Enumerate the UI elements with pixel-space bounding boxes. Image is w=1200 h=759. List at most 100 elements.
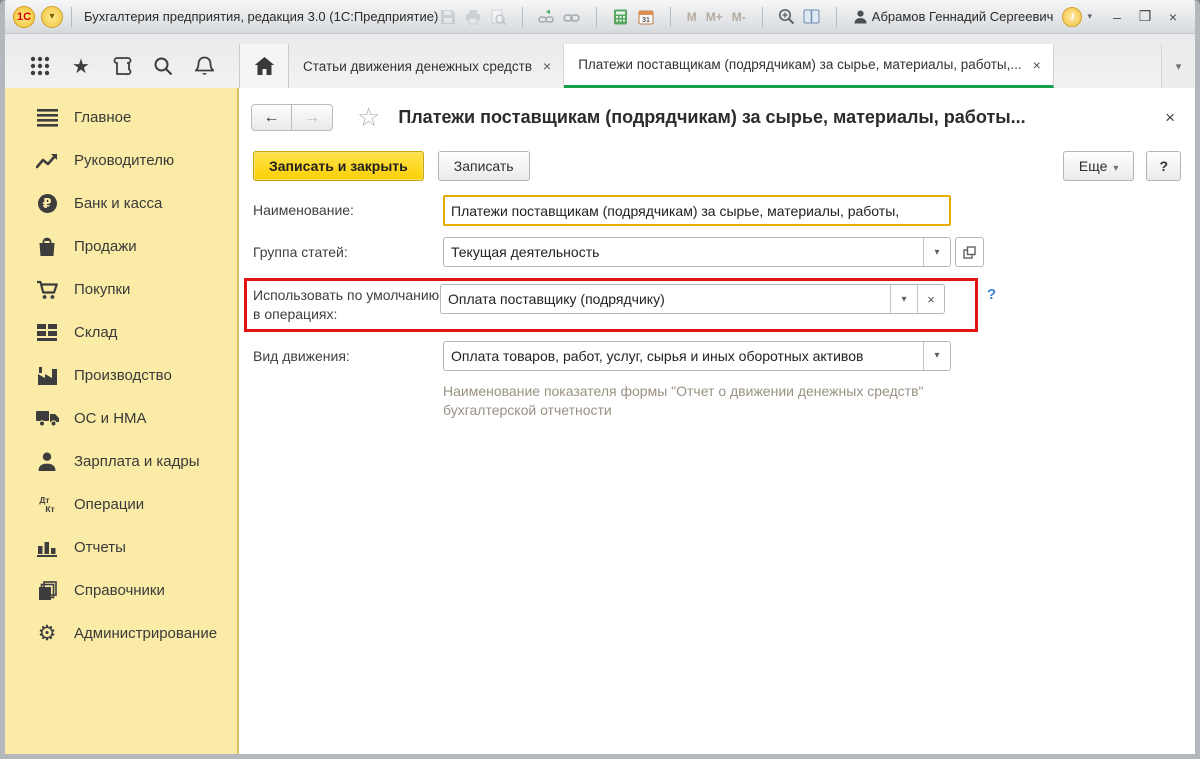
user-icon xyxy=(854,10,867,24)
zoom-icon[interactable] xyxy=(778,8,796,26)
sidebar-item-glavnoe[interactable]: Главное xyxy=(5,96,237,139)
ruble-circle-icon: ₽ xyxy=(35,192,59,216)
save-and-close-button[interactable]: Записать и закрыть xyxy=(253,151,424,181)
form-close-button[interactable]: × xyxy=(1159,106,1181,130)
minimize-button[interactable]: – xyxy=(1105,7,1129,27)
sidebar-item-zarplata-i-kadry[interactable]: Зарплата и кадры xyxy=(5,440,237,483)
annotation-red-box: Использовать по умолчанию в операциях: О… xyxy=(244,278,978,332)
dt-kt-icon: ДтКт xyxy=(35,493,59,517)
tab-label: Статьи движения денежных средств xyxy=(303,59,532,74)
links-icon[interactable] xyxy=(563,8,581,26)
nav-history: ← → xyxy=(251,104,333,131)
field-row-movement: Вид движения: Оплата товаров, работ, усл… xyxy=(253,341,1181,371)
main-area: Главное Руководителю ₽ Банк и касса Прод… xyxy=(5,88,1195,754)
sidebar-item-os-i-nma[interactable]: ОС и НМА xyxy=(5,397,237,440)
trend-chart-icon xyxy=(35,149,59,173)
split-window-icon[interactable] xyxy=(803,8,821,26)
default-operation-help-link[interactable]: ? xyxy=(987,278,996,303)
memory-m-plus-button[interactable]: M+ xyxy=(705,10,724,24)
nav-back-button[interactable]: ← xyxy=(251,104,292,131)
divider xyxy=(836,7,837,27)
sidebar-item-bank-i-kassa[interactable]: ₽ Банк и касса xyxy=(5,182,237,225)
name-input[interactable] xyxy=(443,195,951,226)
sidebar-item-proizvodstvo[interactable]: Производство xyxy=(5,354,237,397)
titlebar-toolbar: 31 M M+ M- Абрамов Геннадий Сергеевич i … xyxy=(439,7,1185,27)
sidebar-item-administrirovanie[interactable]: ⚙ Администрирование xyxy=(5,612,237,655)
calculator-icon[interactable] xyxy=(612,8,630,26)
maximize-button[interactable]: ❒ xyxy=(1133,7,1157,27)
divider xyxy=(670,7,671,27)
truck-icon xyxy=(35,407,59,431)
bar-chart-icon xyxy=(35,536,59,560)
sidebar-item-prodazhi[interactable]: Продажи xyxy=(5,225,237,268)
save-icon[interactable] xyxy=(439,8,457,26)
sidebar-item-label: Администрирование xyxy=(74,625,217,642)
sidebar-item-otchety[interactable]: Отчеты xyxy=(5,526,237,569)
group-open-button[interactable] xyxy=(955,237,984,267)
default-operation-value: Оплата поставщику (подрядчику) xyxy=(441,285,890,313)
divider xyxy=(596,7,597,27)
notifications-bell-icon[interactable] xyxy=(192,54,216,78)
form-title: Платежи поставщикам (подрядчикам) за сыр… xyxy=(398,107,1151,128)
search-icon[interactable] xyxy=(151,54,175,78)
default-operation-dropdown-icon[interactable]: ▾ xyxy=(890,285,917,313)
more-button[interactable]: Еще▾ xyxy=(1063,151,1135,181)
save-button[interactable]: Записать xyxy=(438,151,530,181)
sidebar-item-pokupki[interactable]: Покупки xyxy=(5,268,237,311)
favorites-star-icon[interactable]: ★ xyxy=(69,54,93,78)
main-menu-button[interactable]: ▾ xyxy=(41,6,63,28)
tab-list-dropdown[interactable]: ▾ xyxy=(1161,44,1195,88)
info-button[interactable]: i xyxy=(1062,7,1082,27)
gear-icon: ⚙ xyxy=(35,622,59,646)
favorite-star-icon[interactable]: ☆ xyxy=(357,102,380,133)
tab-close-icon[interactable]: × xyxy=(1031,57,1043,73)
form-toolbar: Записать и закрыть Записать Еще▾ ? xyxy=(253,151,1181,181)
sidebar-item-sklad[interactable]: Склад xyxy=(5,311,237,354)
divider xyxy=(71,7,72,27)
add-link-icon[interactable] xyxy=(538,8,556,26)
default-operation-clear-icon[interactable]: × xyxy=(917,285,944,313)
info-caret-icon[interactable]: ▾ xyxy=(1087,11,1092,22)
help-button[interactable]: ? xyxy=(1146,151,1181,181)
form-header: ← → ☆ Платежи поставщикам (подрядчикам) … xyxy=(251,102,1181,133)
group-combo[interactable]: Текущая деятельность ▾ xyxy=(443,237,951,267)
sidebar-item-label: Главное xyxy=(74,109,131,126)
close-window-button[interactable]: × xyxy=(1161,7,1185,27)
group-value: Текущая деятельность xyxy=(444,238,923,266)
sidebar-item-rukovoditelyu[interactable]: Руководителю xyxy=(5,139,237,182)
print-preview-icon[interactable] xyxy=(489,8,507,26)
field-row-group: Группа статей: Текущая деятельность ▾ xyxy=(253,237,1181,267)
movement-combo[interactable]: Оплата товаров, работ, услуг, сырья и ин… xyxy=(443,341,951,371)
home-tab-button[interactable] xyxy=(240,44,288,88)
movement-dropdown-icon[interactable]: ▾ xyxy=(923,342,950,370)
tab-payments-to-suppliers[interactable]: Платежи поставщикам (подрядчикам) за сыр… xyxy=(564,44,1054,88)
user-name: Абрамов Геннадий Сергеевич xyxy=(872,9,1054,24)
1c-logo-icon: 1С xyxy=(13,6,35,28)
nav-forward-button[interactable]: → xyxy=(292,104,333,131)
history-icon[interactable] xyxy=(110,54,134,78)
cart-icon xyxy=(35,278,59,302)
memory-m-button[interactable]: M xyxy=(686,10,698,24)
sidebar-item-label: Отчеты xyxy=(74,539,126,556)
divider xyxy=(522,7,523,27)
tab-cash-flow-items[interactable]: Статьи движения денежных средств × xyxy=(289,44,564,88)
sidebar-item-operacii[interactable]: ДтКт Операции xyxy=(5,483,237,526)
memory-m-minus-button[interactable]: M- xyxy=(731,10,747,24)
print-icon[interactable] xyxy=(464,8,482,26)
apps-grid-icon[interactable] xyxy=(28,54,52,78)
sidebar-item-label: Операции xyxy=(74,496,144,513)
tab-close-icon[interactable]: × xyxy=(541,58,553,74)
sidebar-item-spravochniki[interactable]: Справочники xyxy=(5,569,237,612)
titlebar: 1С ▾ Бухгалтерия предприятия, редакция 3… xyxy=(5,0,1195,34)
field-row-name: Наименование: xyxy=(253,195,1181,226)
current-user[interactable]: Абрамов Геннадий Сергеевич xyxy=(854,9,1054,24)
calendar-icon[interactable]: 31 xyxy=(637,8,655,26)
shopping-bag-icon xyxy=(35,235,59,259)
app-window: 1С ▾ Бухгалтерия предприятия, редакция 3… xyxy=(0,0,1200,759)
default-operation-combo[interactable]: Оплата поставщику (подрядчику) ▾ × xyxy=(440,284,945,314)
form-panel: ← → ☆ Платежи поставщикам (подрядчикам) … xyxy=(239,88,1195,754)
group-dropdown-icon[interactable]: ▾ xyxy=(923,238,950,266)
chevron-down-icon: ▾ xyxy=(1113,163,1118,174)
default-operation-label: Использовать по умолчанию в операциях: xyxy=(253,284,440,324)
tabbar: ★ Статьи движения денежных средств × Пла… xyxy=(5,34,1195,88)
